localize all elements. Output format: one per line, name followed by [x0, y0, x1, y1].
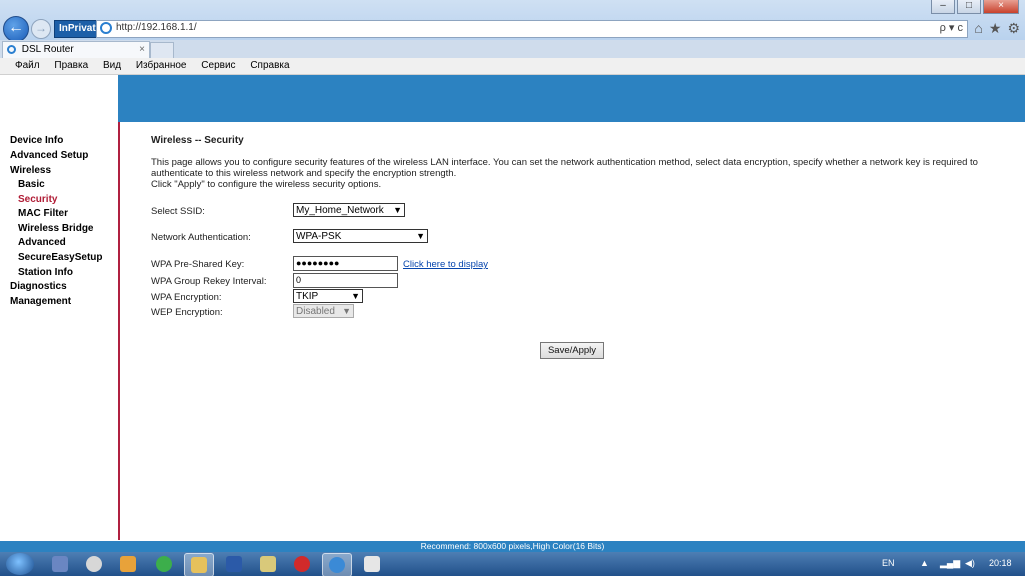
ie-page-icon: [100, 22, 112, 34]
menu-edit[interactable]: Правка: [54, 60, 88, 71]
taskbar-app-4[interactable]: [150, 553, 178, 575]
auth-select[interactable]: WPA-PSK ▼: [293, 229, 428, 243]
psk-input[interactable]: ●●●●●●●●: [293, 256, 398, 271]
menu-view[interactable]: Вид: [103, 60, 121, 71]
show-key-link[interactable]: Click here to display: [403, 259, 488, 270]
app-icon: [364, 556, 380, 572]
taskbar-app-6[interactable]: [220, 553, 248, 575]
address-bar[interactable]: http://192.168.1.1/ ρ ▾ c: [96, 20, 968, 38]
taskbar-app-ie[interactable]: [322, 553, 352, 577]
ssid-select[interactable]: My_Home_Network ▼: [293, 203, 405, 217]
sidebar-item-diagnostics[interactable]: Diagnostics: [10, 281, 67, 292]
sidebar-item-secureeasysetup[interactable]: SecureEasySetup: [18, 252, 103, 263]
sidebar-item-advanced[interactable]: Advanced: [18, 237, 66, 248]
app-icon: [260, 556, 276, 572]
save-apply-button[interactable]: Save/Apply: [540, 342, 604, 359]
volume-icon[interactable]: ◀): [965, 558, 975, 569]
search-refresh-icon[interactable]: ρ ▾ c: [940, 21, 963, 34]
browser-titlebar: – □ × ← → InPrivate http://192.168.1.1/ …: [0, 0, 1025, 42]
ie-tab-icon: [7, 45, 16, 54]
ssid-selected-value: My_Home_Network: [296, 205, 384, 216]
tab-title: DSL Router: [21, 44, 74, 55]
gear-icon[interactable]: ⚙: [1007, 20, 1020, 37]
tab-bar: DSL Router ×: [0, 40, 1025, 59]
window-controls: – □ ×: [931, 0, 1019, 14]
folder-icon: [191, 557, 207, 573]
taskbar-app-3[interactable]: [114, 553, 142, 575]
taskbar-clock[interactable]: 20:18: [989, 558, 1012, 568]
new-tab-button[interactable]: [150, 42, 174, 59]
taskbar-app-7[interactable]: [254, 553, 282, 575]
forward-button[interactable]: →: [31, 19, 51, 39]
app-icon: [52, 556, 68, 572]
opera-icon: [294, 556, 310, 572]
wpa-encryption-select[interactable]: TKIP ▼: [293, 289, 363, 303]
maximize-button[interactable]: □: [957, 0, 981, 14]
favorites-icon[interactable]: ★: [989, 20, 1002, 37]
app-icon: [86, 556, 102, 572]
menu-favorites[interactable]: Избранное: [136, 60, 187, 71]
tray-arrow-icon[interactable]: ▲: [920, 558, 929, 568]
wep-encryption-select: Disabled ▼: [293, 304, 354, 318]
auth-selected-value: WPA-PSK: [296, 231, 342, 242]
router-header-band: [118, 75, 1025, 122]
sidebar-item-management[interactable]: Management: [10, 296, 71, 307]
taskbar-app-2[interactable]: [80, 553, 108, 575]
minimize-button[interactable]: –: [931, 0, 955, 14]
wep-encryption-selected-value: Disabled: [296, 306, 335, 317]
app-icon: [120, 556, 136, 572]
taskbar-app-1[interactable]: [46, 553, 74, 575]
description-line: authenticate to this wireless network an…: [151, 168, 457, 179]
system-tray: EN ▲ ▂▄▆ ◀) 20:18: [865, 552, 1025, 576]
address-url[interactable]: http://192.168.1.1/: [116, 22, 197, 33]
browser-toolbar-icons: ⌂ ★ ⚙: [974, 20, 1020, 37]
start-button[interactable]: [6, 553, 34, 575]
taskbar-app-5[interactable]: [184, 553, 214, 577]
chevron-down-icon: ▼: [342, 306, 351, 316]
sidebar-item-wireless-bridge[interactable]: Wireless Bridge: [18, 223, 94, 234]
page-title: Wireless -- Security: [151, 135, 244, 146]
menu-bar: Файл Правка Вид Избранное Сервис Справка: [0, 58, 1025, 75]
wpa-encryption-selected-value: TKIP: [296, 291, 319, 302]
status-bar: Recommend: 800x600 pixels,High Color(16 …: [0, 541, 1025, 552]
close-button[interactable]: ×: [983, 0, 1019, 14]
home-icon[interactable]: ⌂: [974, 20, 982, 37]
windows-taskbar: EN ▲ ▂▄▆ ◀) 20:18: [0, 552, 1025, 577]
sidebar-item-basic[interactable]: Basic: [18, 179, 45, 190]
tab-close-icon[interactable]: ×: [139, 42, 145, 58]
router-logo-area: [0, 75, 118, 122]
rekey-input[interactable]: 0: [293, 273, 398, 288]
router-sidebar: Device Info Advanced Setup Wireless Basi…: [0, 122, 120, 540]
network-signal-icon[interactable]: ▂▄▆: [940, 558, 960, 569]
description-line: This page allows you to configure securi…: [151, 157, 978, 168]
ie-icon: [329, 557, 345, 573]
menu-help[interactable]: Справка: [250, 60, 289, 71]
taskbar-app-10[interactable]: [358, 553, 386, 575]
wep-encryption-label: WEP Encryption:: [151, 307, 223, 318]
chevron-down-icon: ▼: [416, 231, 425, 241]
sidebar-item-station-info[interactable]: Station Info: [18, 267, 73, 278]
ssid-label: Select SSID:: [151, 206, 205, 217]
tab-dsl-router[interactable]: DSL Router ×: [2, 41, 150, 59]
chevron-down-icon: ▼: [393, 205, 402, 215]
taskbar-app-8[interactable]: [288, 553, 316, 575]
menu-file[interactable]: Файл: [15, 60, 40, 71]
back-button[interactable]: ←: [3, 16, 29, 42]
rekey-label: WPA Group Rekey Interval:: [151, 276, 267, 287]
wpa-encryption-label: WPA Encryption:: [151, 292, 222, 303]
page-description: This page allows you to configure securi…: [151, 157, 1001, 190]
sidebar-item-security[interactable]: Security: [18, 194, 57, 205]
sidebar-item-device-info[interactable]: Device Info: [10, 135, 63, 146]
sidebar-item-mac-filter[interactable]: MAC Filter: [18, 208, 68, 219]
description-line: Click "Apply" to configure the wireless …: [151, 179, 382, 190]
sidebar-item-advanced-setup[interactable]: Advanced Setup: [10, 150, 88, 161]
sidebar-item-wireless[interactable]: Wireless: [10, 165, 51, 176]
auth-label: Network Authentication:: [151, 232, 251, 243]
app-icon: [156, 556, 172, 572]
language-indicator[interactable]: EN: [882, 558, 895, 568]
menu-tools[interactable]: Сервис: [201, 60, 235, 71]
word-icon: [226, 556, 242, 572]
psk-label: WPA Pre-Shared Key:: [151, 259, 245, 270]
chevron-down-icon: ▼: [351, 291, 360, 301]
